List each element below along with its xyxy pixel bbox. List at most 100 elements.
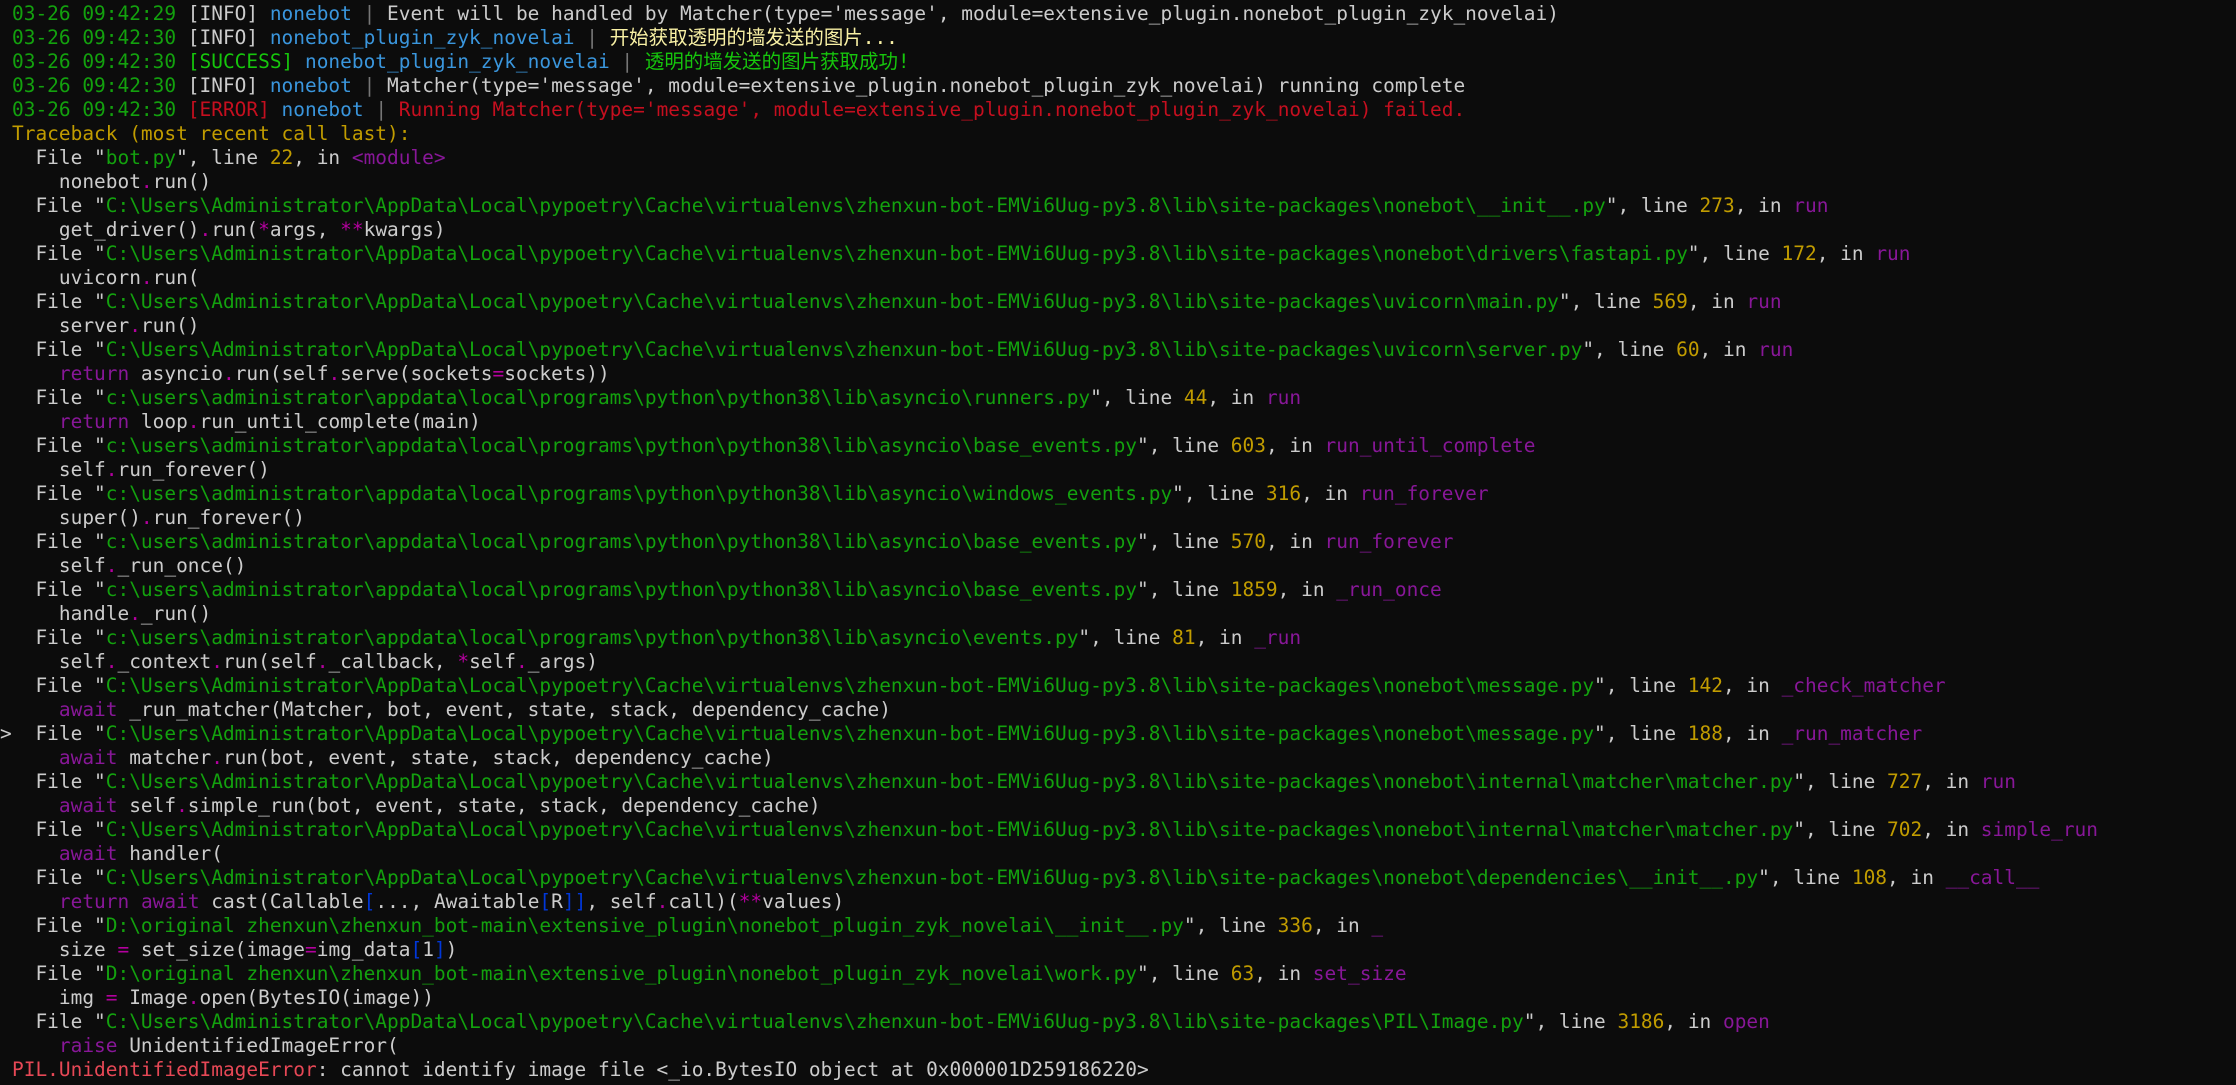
text-segment: , in	[1265, 434, 1325, 457]
text-segment	[12, 842, 59, 865]
text-segment: , in	[1301, 482, 1360, 505]
text-segment: nonebot	[269, 2, 352, 25]
text-segment: C:\Users\Administrator\AppData\Local\pyp…	[105, 338, 1583, 361]
text-segment: loop	[129, 410, 188, 433]
text-segment: |	[363, 98, 399, 121]
text-segment: ", line	[1137, 530, 1231, 553]
text-segment: , in	[1265, 530, 1325, 553]
terminal-line: Traceback (most recent call last):	[12, 122, 2232, 146]
text-segment: c:\users\administrator\appdata\local\pro…	[105, 482, 1173, 505]
terminal-line: File "c:\users\administrator\appdata\loc…	[12, 626, 2232, 650]
text-segment: ]]	[562, 890, 587, 913]
text-segment: 60	[1676, 338, 1700, 361]
text-segment: self	[469, 650, 516, 673]
terminal-line: super().run_forever()	[12, 506, 2232, 530]
terminal-line: File "C:\Users\Administrator\AppData\Loc…	[12, 818, 2232, 842]
text-segment: , in	[1734, 194, 1794, 217]
text-segment: run()	[140, 314, 200, 337]
text-segment: .	[187, 986, 200, 1009]
terminal-line: 03-26 09:42:30 [INFO] nonebot | Matcher(…	[12, 74, 2232, 98]
text-segment: File "	[12, 338, 106, 361]
text-segment: img	[12, 986, 106, 1009]
text-segment: [SUCCESS]	[176, 50, 305, 73]
text-segment: __call__	[1945, 866, 2040, 889]
terminal-output: 03-26 09:42:29 [INFO] nonebot | Event wi…	[0, 2, 2236, 1082]
text-segment: ]	[433, 938, 446, 961]
text-segment: [INFO]	[176, 74, 270, 97]
text-segment: , in	[293, 146, 352, 169]
text-segment: _run_matcher(Matcher, bot, event, state,…	[117, 698, 891, 721]
terminal-line: return loop.run_until_complete(main)	[12, 410, 2232, 434]
text-segment: File "	[12, 914, 106, 937]
text-segment: ", line	[1793, 818, 1888, 841]
text-segment: , in	[1312, 914, 1372, 937]
text-segment: args,	[269, 218, 341, 241]
terminal-line: self._run_once()	[12, 554, 2232, 578]
text-segment: *	[258, 218, 270, 241]
text-segment: [	[539, 890, 552, 913]
text-segment: raise	[58, 1034, 118, 1057]
text-segment: cast(Callable	[199, 890, 364, 913]
text-segment: await	[58, 746, 118, 769]
terminal-line: File "c:\users\administrator\appdata\loc…	[12, 530, 2232, 554]
text-segment: run_forever()	[152, 506, 305, 529]
text-segment: 22	[269, 146, 294, 169]
terminal-line: File "C:\Users\Administrator\AppData\Loc…	[12, 674, 2232, 698]
text-segment: 570	[1230, 530, 1266, 553]
text-segment: c:\users\administrator\appdata\local\pro…	[105, 626, 1079, 649]
text-segment: 81	[1172, 626, 1196, 649]
text-segment: return	[58, 362, 130, 385]
terminal-line: await handler(	[12, 842, 2232, 866]
text-segment: 702	[1887, 818, 1923, 841]
text-segment: simple_run(bot, event, state, stack, dep…	[187, 794, 821, 817]
terminal-line: File "c:\users\administrator\appdata\loc…	[12, 578, 2232, 602]
text-segment: ", line	[1137, 962, 1231, 985]
terminal-line: File "C:\Users\Administrator\AppData\Loc…	[12, 338, 2232, 362]
text-segment	[12, 698, 59, 721]
text-segment: File "	[12, 194, 106, 217]
text-segment: asyncio	[129, 362, 223, 385]
text-segment: |	[609, 50, 645, 73]
text-segment: File "	[12, 530, 106, 553]
text-segment: C:\Users\Administrator\AppData\Local\pyp…	[105, 818, 1794, 841]
text-segment: : cannot identify image file <_io.BytesI…	[316, 1058, 1149, 1081]
text-segment: D:\original zhenxun\zhenxun_bot-main\ext…	[105, 914, 1184, 937]
terminal-line: await self.simple_run(bot, event, state,…	[12, 794, 2232, 818]
text-segment: ", line	[1137, 578, 1231, 601]
text-segment: c:\users\administrator\appdata\local\pro…	[105, 434, 1138, 457]
text-segment: **	[738, 890, 763, 913]
text-segment: await	[58, 698, 118, 721]
text-segment	[12, 746, 59, 769]
terminal-line: get_driver().run(*args, **kwargs)	[12, 218, 2232, 242]
text-segment: |	[351, 2, 388, 25]
text-segment: _	[1371, 914, 1384, 937]
text-segment: ", line	[1605, 194, 1700, 217]
text-segment: **	[340, 218, 364, 241]
text-segment: run_forever	[1324, 530, 1454, 553]
text-segment: _run()	[140, 602, 212, 625]
text-segment: ", line	[1582, 338, 1677, 361]
text-segment: R	[551, 890, 563, 913]
text-segment: C:\Users\Administrator\AppData\Local\pyp…	[105, 674, 1595, 697]
text-segment: self	[12, 554, 106, 577]
text-segment: UnidentifiedImageError(	[117, 1034, 399, 1057]
text-segment: .	[222, 362, 235, 385]
text-segment: run(	[152, 266, 200, 289]
text-segment: bot.py	[105, 146, 177, 169]
terminal-line: File "C:\Users\Administrator\AppData\Loc…	[12, 194, 2232, 218]
terminal-line: server.run()	[12, 314, 2232, 338]
terminal-line: File "c:\users\administrator\appdata\loc…	[12, 386, 2232, 410]
text-segment: 3186	[1617, 1010, 1665, 1033]
text-segment: _callback,	[328, 650, 458, 673]
text-segment: run	[1758, 338, 1794, 361]
cursor-caret: >	[0, 722, 12, 745]
text-segment: return	[58, 890, 130, 913]
text-segment: self	[117, 794, 177, 817]
text-segment: D:\original zhenxun\zhenxun_bot-main\ext…	[105, 962, 1138, 985]
text-segment: c:\users\administrator\appdata\local\pro…	[105, 530, 1138, 553]
text-segment: , in	[1922, 818, 1981, 841]
terminal-line: 03-26 09:42:30 [SUCCESS] nonebot_plugin_…	[12, 50, 2232, 74]
text-segment: nonebot_plugin_zyk_novelai	[269, 26, 575, 49]
text-segment: =	[492, 362, 505, 385]
terminal-window[interactable]: 03-26 09:42:29 [INFO] nonebot | Event wi…	[0, 0, 2236, 1085]
